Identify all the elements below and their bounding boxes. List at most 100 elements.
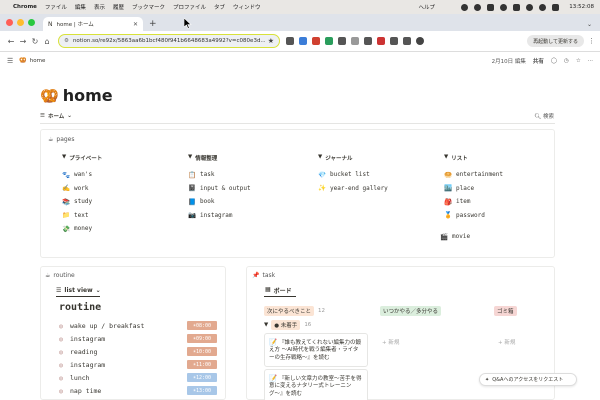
view-tab-list-label: list view xyxy=(64,287,93,294)
view-tab-home[interactable]: ☰ ホーム ⌄ xyxy=(40,112,72,120)
task-card[interactable]: 📝 『新しい文章力の教室〜苦手を得意に変えるナタリー式トレーニング〜』を読む xyxy=(264,369,368,400)
extension-icon-2[interactable] xyxy=(299,37,307,45)
profile-avatar[interactable] xyxy=(416,37,424,45)
search-button[interactable]: 🔍︎ 検索 xyxy=(534,112,554,120)
home-icon[interactable]: ⌂ xyxy=(41,37,53,46)
extension-icon-7[interactable] xyxy=(364,37,372,45)
routine-row[interactable]: ◍ nap time ☀ 13:00 xyxy=(57,384,217,397)
routine-row[interactable]: ◍ instagram ☀ 09:00 xyxy=(57,332,217,345)
site-info-icon[interactable]: ⚙ xyxy=(64,38,69,44)
tab-search-icon[interactable]: ⌄ xyxy=(587,17,592,31)
clock[interactable]: 13:52:08 xyxy=(569,4,594,10)
breadcrumb-home[interactable]: home xyxy=(30,58,46,64)
extension-icon-3[interactable] xyxy=(312,37,320,45)
bookmark-star-icon[interactable]: ★ xyxy=(268,37,274,45)
menu-history[interactable]: 履歴 xyxy=(113,3,124,11)
status-icon-3[interactable] xyxy=(487,3,495,11)
page-link-bucket-list[interactable]: 💎 bucket list xyxy=(318,168,388,182)
page-title[interactable]: 🥨 home xyxy=(40,86,113,105)
search-icon[interactable] xyxy=(539,3,547,11)
qa-access-request-button[interactable]: ✦ Q&Aへのアクセスをリクエスト xyxy=(479,373,577,386)
routine-row[interactable]: ◍ instagram ☀ 11:00 xyxy=(57,358,217,371)
extension-icon-9[interactable] xyxy=(390,37,398,45)
page-link-movie[interactable]: 🎬 movie xyxy=(440,230,470,244)
status-icon-1[interactable] xyxy=(461,3,469,11)
browser-tab[interactable]: N home | ホーム ✕ xyxy=(43,17,143,31)
extension-icon-8[interactable] xyxy=(377,37,385,45)
page-emoji-icon[interactable]: 🥨 xyxy=(40,87,59,105)
chrome-menu-icon[interactable]: ⋮ xyxy=(588,37,595,45)
pages-column-extra: 🎬 movie xyxy=(440,230,470,244)
board-column-header[interactable]: 次にやるべきこと 12 xyxy=(264,306,325,316)
page-link-password[interactable]: 🏅 password xyxy=(444,209,503,223)
wifi-icon[interactable] xyxy=(526,3,534,11)
url-text[interactable]: notion.so/re92x/5863aa6b1bcf480f941b6648… xyxy=(73,38,265,44)
page-link-entertainment[interactable]: 🥯 entertainment xyxy=(444,168,503,182)
status-icon-4[interactable] xyxy=(500,3,508,11)
page-title-text[interactable]: home xyxy=(63,86,113,105)
sidebar-toggle-icon[interactable]: ☰ xyxy=(7,57,13,65)
control-center-icon[interactable] xyxy=(552,3,560,11)
toggle-journal[interactable]: ▼ ジャーナル xyxy=(318,154,388,162)
updates-icon[interactable]: ◷ xyxy=(564,58,569,64)
status-icon-2[interactable] xyxy=(474,3,482,11)
menu-help[interactable]: ヘルプ xyxy=(419,3,436,11)
menu-bookmarks[interactable]: ブックマーク xyxy=(132,3,165,11)
extension-icon-6[interactable] xyxy=(351,37,359,45)
board-column-header[interactable]: ゴミ箱 xyxy=(494,306,517,316)
more-options-icon[interactable]: ··· xyxy=(588,58,593,64)
page-link-place[interactable]: 🏙️ place xyxy=(444,182,503,196)
page-link-task[interactable]: 📋 task xyxy=(188,168,251,182)
minimize-window-button[interactable] xyxy=(17,19,24,26)
reload-icon[interactable]: ↻ xyxy=(29,37,41,46)
page-link-instagram[interactable]: 📷 instagram xyxy=(188,209,251,223)
menu-profile[interactable]: プロファイル xyxy=(173,3,206,11)
view-tab-list[interactable]: ☰ list view ⌄ xyxy=(56,287,101,294)
favorite-star-icon[interactable]: ☆ xyxy=(576,58,581,64)
relaunch-update-button[interactable]: 再起動して更新する xyxy=(527,35,584,47)
toggle-list[interactable]: ▼ リスト xyxy=(444,154,503,162)
forward-icon[interactable]: → xyxy=(17,37,29,46)
share-button[interactable]: 共有 xyxy=(533,57,544,65)
extensions-puzzle-icon[interactable] xyxy=(403,37,411,45)
group-toggle-unstarted[interactable]: ▼ ● 未着手 16 xyxy=(264,320,311,330)
menu-window[interactable]: ウィンドウ xyxy=(233,3,261,11)
routine-row[interactable]: ◍ wake up / breakfast ☀ 08:00 xyxy=(57,319,217,332)
page-link-input-output[interactable]: 📓 input & output xyxy=(188,182,251,196)
routine-row[interactable]: ◍ reading ☀ 10:00 xyxy=(57,345,217,358)
page-link-work[interactable]: ✍️ work xyxy=(62,182,102,196)
zoom-window-button[interactable] xyxy=(28,19,35,26)
menu-tab[interactable]: タブ xyxy=(214,3,225,11)
page-link-label: year-end gallery xyxy=(330,184,388,192)
page-link-text[interactable]: 📁 text xyxy=(62,209,102,223)
menu-file[interactable]: ファイル xyxy=(45,3,67,11)
page-link-money[interactable]: 💸 money xyxy=(62,222,102,236)
board-column-header[interactable]: いつかやる／多分やる xyxy=(380,306,442,316)
add-new-card-button[interactable]: + 新規 xyxy=(498,338,515,346)
add-new-card-button[interactable]: + 新規 xyxy=(382,338,399,346)
page-link-wans[interactable]: 🐾 wan's xyxy=(62,168,102,182)
extension-icon-1[interactable] xyxy=(286,37,294,45)
menu-app[interactable]: Chrome xyxy=(13,4,37,10)
extension-icon-5[interactable] xyxy=(338,37,346,45)
page-link-book[interactable]: 📘 book xyxy=(188,195,251,209)
back-icon[interactable]: ← xyxy=(5,37,17,46)
address-bar[interactable]: ⚙ notion.so/re92x/5863aa6b1bcf480f941b66… xyxy=(58,34,280,48)
page-link-label: wan's xyxy=(74,171,93,179)
new-tab-button[interactable]: + xyxy=(149,17,157,31)
page-link-year-end-gallery[interactable]: ✨ year-end gallery xyxy=(318,182,388,196)
view-tab-board[interactable]: ▦ ボード xyxy=(265,286,292,295)
close-window-button[interactable] xyxy=(6,19,13,26)
extension-icon-4[interactable] xyxy=(325,37,333,45)
routine-row[interactable]: ◍ lunch ☀ 12:00 xyxy=(57,371,217,384)
toggle-info[interactable]: ▼ 情報整理 xyxy=(188,154,251,162)
task-card[interactable]: 📝 『誰も教えてくれない編集力の鍛え方 〜AI時代を戦う編集者・ライターの生存戦略… xyxy=(264,333,368,368)
page-link-item[interactable]: 🎒 item xyxy=(444,195,503,209)
page-link-study[interactable]: 📚 study xyxy=(62,195,102,209)
menu-view[interactable]: 表示 xyxy=(94,3,105,11)
comments-icon[interactable]: ◯ xyxy=(551,58,557,64)
battery-icon[interactable] xyxy=(513,3,521,11)
toggle-private[interactable]: ▼ プライベート xyxy=(62,154,102,162)
menu-edit[interactable]: 編集 xyxy=(75,3,86,11)
close-tab-icon[interactable]: ✕ xyxy=(133,21,138,28)
